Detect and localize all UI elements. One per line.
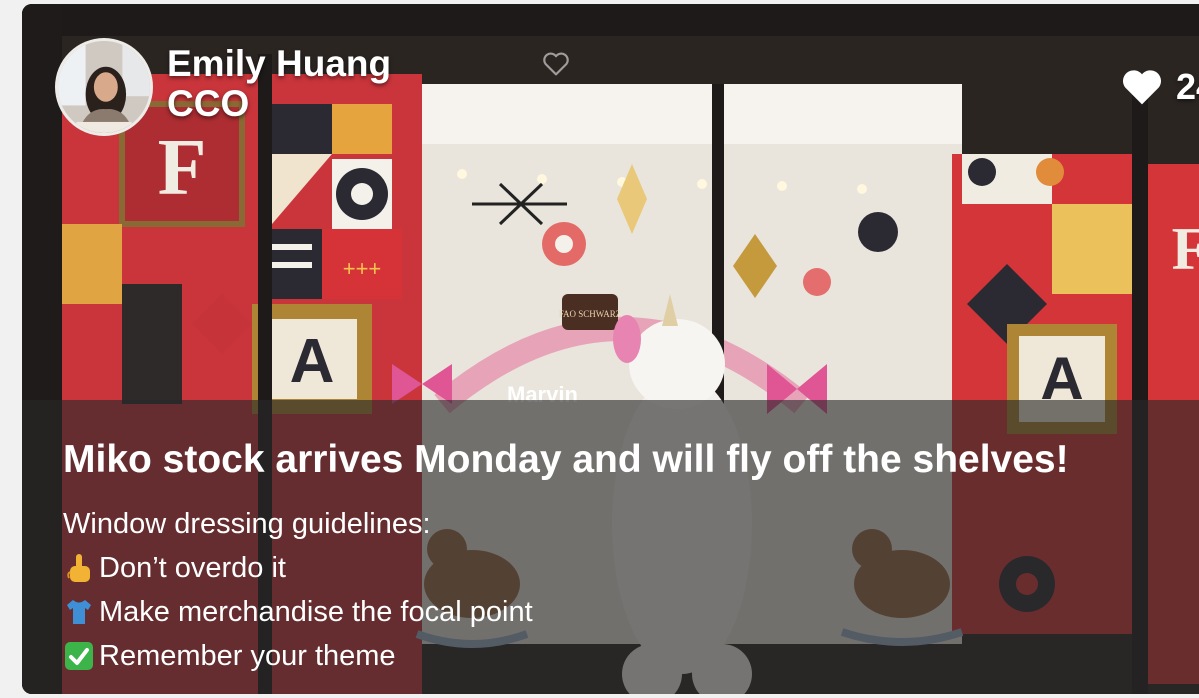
list-item-text: Don’t overdo it xyxy=(99,552,286,584)
avatar[interactable] xyxy=(55,38,153,136)
list-item: Don’t overdo it xyxy=(63,546,533,590)
pointing-up-icon xyxy=(63,552,95,584)
heart-icon xyxy=(1122,70,1162,105)
scene-sign: FAO SCHWARZ xyxy=(559,309,622,319)
tshirt-icon xyxy=(63,596,95,628)
tile-letter: A xyxy=(290,327,335,396)
check-mark-icon xyxy=(63,640,95,672)
svg-text:+++: +++ xyxy=(343,256,382,281)
like-count: 24 xyxy=(1176,66,1199,107)
post-intro: Window dressing guidelines: xyxy=(63,508,431,540)
tile-letter: F xyxy=(1172,216,1199,282)
post-card[interactable]: FAO SCHWARZ Marvin F +++ A A F Emily Hua… xyxy=(22,4,1199,694)
tile-letter: F xyxy=(158,124,207,212)
list-item-text: Remember your theme xyxy=(99,640,396,672)
list-item: Remember your theme xyxy=(63,634,533,678)
list-item-text: Make merchandise the focal point xyxy=(99,596,533,628)
post-title: Miko stock arrives Monday and will fly o… xyxy=(63,438,1069,481)
author-role: CCO xyxy=(167,83,250,124)
author-name[interactable]: Emily Huang xyxy=(167,44,391,84)
post-body: Window dressing guidelines: Don’t overdo… xyxy=(63,502,533,678)
heart-outline-icon xyxy=(543,52,569,76)
list-item: Make merchandise the focal point xyxy=(63,590,533,634)
author-block[interactable]: Emily Huang CCO xyxy=(55,38,391,136)
like-button[interactable]: 24 xyxy=(1120,66,1199,108)
